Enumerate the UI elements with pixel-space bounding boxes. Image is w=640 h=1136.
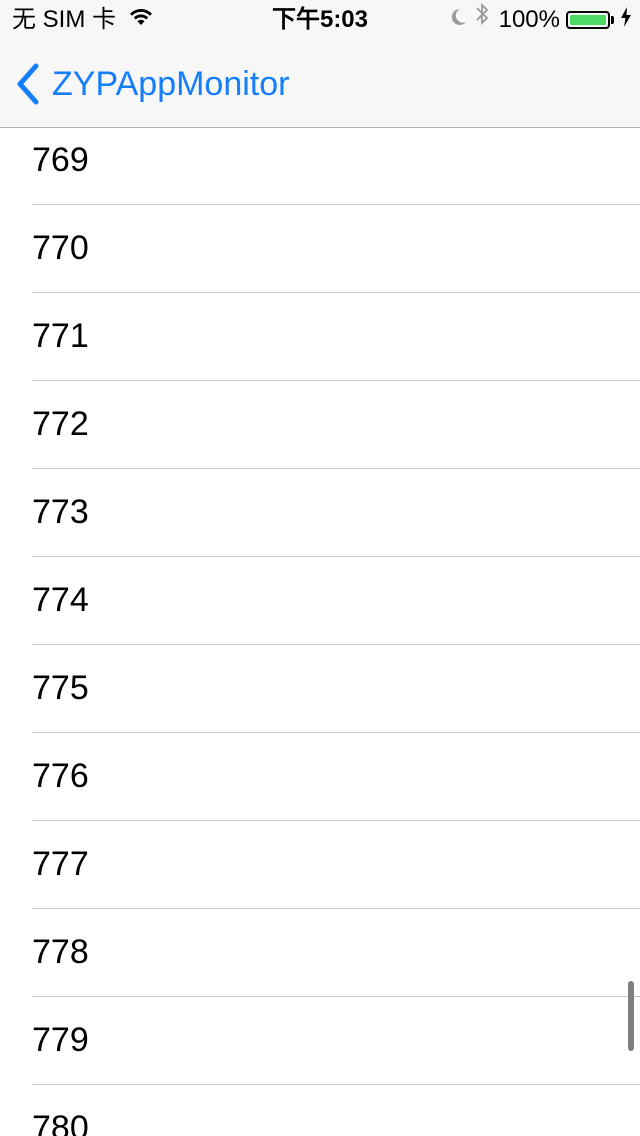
status-bar: 无 SIM 卡 下午5:03 100% [0,0,640,40]
table-rows: 769 770 771 772 773 774 775 776 777 778 779 780 [0,128,640,1136]
battery-tip [611,16,614,24]
table-row[interactable]: 772 [0,381,640,469]
row-label: 778 [32,933,89,971]
table-row[interactable]: 779 [0,997,640,1085]
app-screen: 无 SIM 卡 下午5:03 100% ZYPAppMonitor 769 77… [0,0,640,1136]
chevron-left-icon [17,63,39,105]
battery-percent: 100% [498,6,560,33]
battery-level-fill [570,15,606,25]
row-label: 779 [32,1021,89,1059]
vertical-scroll-indicator[interactable] [628,981,634,1051]
table-row[interactable]: 771 [0,293,640,381]
table-row[interactable]: 773 [0,469,640,557]
table-view[interactable]: 769 770 771 772 773 774 775 776 777 778 779 780 [0,128,640,1136]
battery-icon [566,11,610,29]
table-row[interactable]: 775 [0,645,640,733]
table-row[interactable]: 774 [0,557,640,645]
row-label: 777 [32,845,89,883]
do-not-disturb-moon-icon [449,0,467,40]
row-label: 775 [32,669,89,707]
table-row[interactable]: 780 [0,1085,640,1136]
table-row[interactable]: 777 [0,821,640,909]
table-row[interactable]: 778 [0,909,640,997]
table-row[interactable]: 776 [0,733,640,821]
table-row[interactable]: 769 [0,128,640,205]
table-row[interactable]: 770 [0,205,640,293]
row-label: 776 [32,757,89,795]
charging-bolt-icon [620,0,632,40]
row-label: 780 [32,1109,89,1136]
row-label: 774 [32,581,89,619]
row-label: 771 [32,317,89,355]
row-label: 769 [32,141,89,179]
navigation-bar: ZYPAppMonitor [0,40,640,128]
row-label: 772 [32,405,89,443]
row-label: 770 [32,229,89,267]
back-button[interactable]: ZYPAppMonitor [14,40,289,128]
back-button-label: ZYPAppMonitor [52,64,290,103]
bluetooth-icon [475,0,489,40]
row-label: 773 [32,493,89,531]
status-bar-right: 100% [449,0,632,40]
